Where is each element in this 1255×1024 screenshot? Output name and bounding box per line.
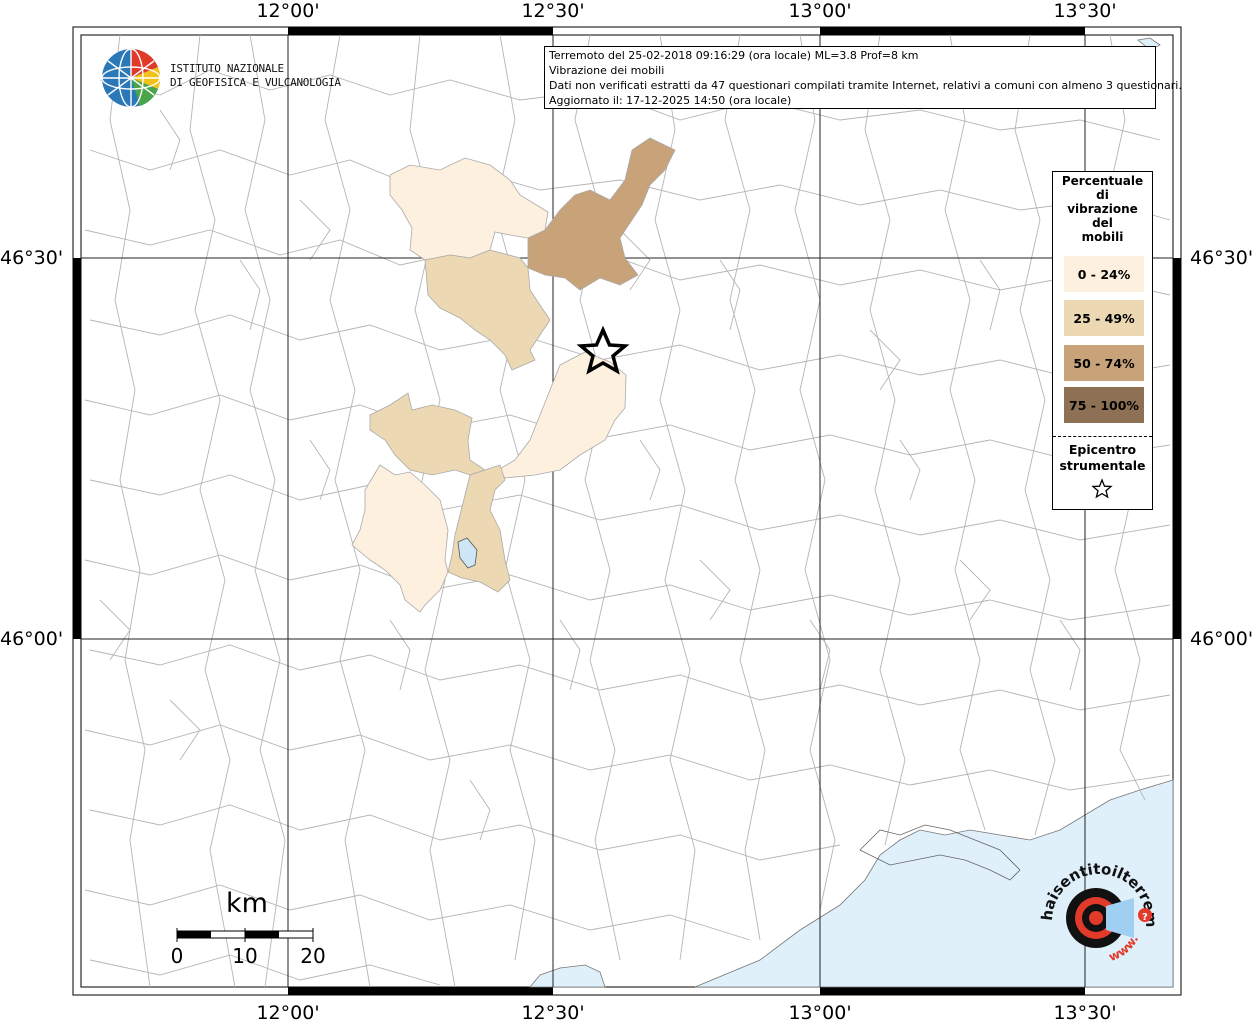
ingv-logo-icon: [101, 48, 161, 108]
legend-title: Percentuale di vibrazione del mobili: [1053, 172, 1152, 244]
institute-line-2: DI GEOFISICA E VULCANOLOGIA: [170, 76, 341, 89]
event-info-box: Terremoto del 25-02-2018 09:16:29 (ora l…: [544, 46, 1182, 109]
svg-text:?: ?: [1142, 912, 1148, 923]
legend-title-line: vibrazione: [1067, 202, 1138, 216]
epicenter-label-line: strumentale: [1059, 458, 1146, 473]
data-note: Dati non verificati estratti da 47 quest…: [549, 79, 1182, 92]
legend-class-25-49: 25 - 49%: [1064, 300, 1144, 336]
scale-unit: km: [226, 888, 268, 919]
legend-class-50-74: 50 - 74%: [1064, 345, 1144, 381]
scale-label: 10: [232, 944, 258, 968]
event-title: Terremoto del 25-02-2018 09:16:29 (ora l…: [549, 49, 919, 62]
haisentito-logo-icon: haisentitoilterremoto.it www. ?: [1036, 858, 1160, 964]
scale-label: 0: [170, 944, 184, 968]
map-subject: Vibrazione dei mobili: [549, 64, 665, 77]
legend-title-line: del: [1092, 216, 1113, 230]
epicenter-legend-label: Epicentro strumentale: [1053, 442, 1152, 474]
legend: Percentuale di vibrazione del mobili 0 -…: [1052, 171, 1153, 510]
institute-line-1: ISTITUTO NAZIONALE: [170, 62, 284, 75]
scale-bar: [176, 928, 314, 942]
legend-title-line: di: [1096, 188, 1109, 202]
legend-divider: [1053, 436, 1152, 437]
update-time: Aggiornato il: 17-12-2025 14:50 (ora loc…: [549, 94, 792, 107]
legend-class-0-24: 0 - 24%: [1064, 256, 1144, 292]
institute-name: ISTITUTO NAZIONALE DI GEOFISICA E VULCAN…: [170, 62, 341, 90]
legend-title-line: Percentuale: [1061, 174, 1144, 188]
epicenter-label-line: Epicentro: [1068, 442, 1137, 457]
legend-class-75-100: 75 - 100%: [1064, 387, 1144, 423]
scale-label: 20: [300, 944, 326, 968]
star-icon: [1091, 478, 1113, 499]
legend-title-line: mobili: [1081, 230, 1124, 244]
